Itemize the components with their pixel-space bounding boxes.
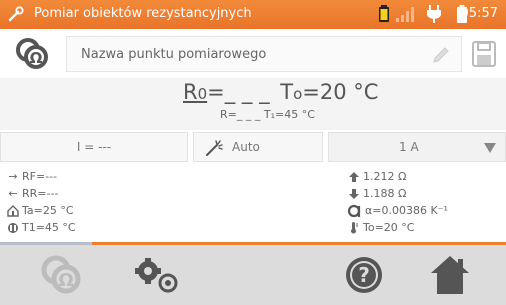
cable-up-icon (347, 170, 361, 183)
cable-down-icon (347, 187, 361, 200)
pencil-icon[interactable] (431, 45, 451, 65)
dropdown-arrow-icon (484, 143, 496, 153)
point-name-field[interactable]: Nazwa punktu pomiarowego (66, 36, 462, 72)
coil-temp-icon (6, 221, 20, 234)
measurement-point-row: Ω Nazwa punktu pomiarowego (0, 33, 506, 75)
bottom-nav: Ω ? (0, 245, 506, 305)
arrow-left-icon: ← (8, 187, 18, 200)
param-t1: T1=45 °C (6, 219, 76, 236)
battery-device-icon (379, 5, 389, 22)
current-range-select[interactable]: 1 A (328, 132, 506, 162)
plug-icon (427, 5, 441, 23)
svg-text:Ω: Ω (30, 49, 43, 67)
param-rr: ← RR=--- (6, 185, 76, 202)
auto-mode-button[interactable]: Auto (193, 132, 323, 162)
ohm-meter-icon: Ω (41, 255, 81, 294)
wrench-icon (8, 6, 24, 22)
to-value: =20 °C (302, 80, 379, 104)
svg-text:Ω: Ω (58, 270, 73, 291)
param-to: To=20 °C (347, 219, 448, 236)
params-right: 1.212 Ω 1.188 Ω α=0.00386 K⁻¹ To=20 °C (347, 168, 448, 236)
alpha-icon (347, 202, 363, 220)
auto-wand-icon (206, 140, 223, 156)
param-rf: → RF=--- (6, 168, 76, 185)
home-icon (431, 256, 469, 294)
main-result: R0=_ _ _ To=20 °C (183, 80, 378, 104)
signal-icon (396, 7, 414, 22)
param-r-forward: 1.212 Ω (347, 168, 448, 185)
help-icon: ? (346, 257, 382, 293)
param-ta: Ta=25 °C (6, 202, 76, 219)
current-range-value: 1 A (399, 140, 419, 154)
gears-icon (135, 258, 178, 293)
r0-value: =_ _ _ (207, 80, 270, 104)
arrow-right-icon: → (8, 170, 18, 183)
result-panel: R0=_ _ _ To=20 °C R=_ _ _ T₁=45 °C (0, 78, 506, 130)
measurement-button[interactable]: Ω (26, 245, 106, 305)
point-name-placeholder: Nazwa punktu pomiarowego (81, 47, 267, 62)
house-temp-icon (6, 204, 20, 217)
clock: 05:57 (460, 6, 498, 21)
settings-button[interactable] (118, 245, 198, 305)
current-display: I = --- (0, 132, 188, 162)
svg-text:?: ? (358, 263, 370, 287)
param-alpha: α=0.00386 K⁻¹ (347, 202, 448, 219)
status-bar: Pomiar obiektów rezystancyjnych 05:57 (0, 0, 506, 29)
to-label: To (280, 80, 303, 104)
help-button[interactable]: ? (330, 245, 410, 305)
parameters-panel: → RF=--- ← RR=--- Ta=25 °C T1=45 °C 1.21… (0, 164, 506, 242)
r0-label: R0 (183, 80, 208, 104)
ohm-icon[interactable]: Ω (14, 37, 54, 71)
secondary-result: R=_ _ _ T₁=45 °C (220, 108, 315, 121)
controls-row: I = --- Auto 1 A (0, 132, 506, 162)
auto-mode-label: Auto (232, 140, 260, 154)
params-left: → RF=--- ← RR=--- Ta=25 °C T1=45 °C (6, 168, 76, 236)
home-button[interactable] (418, 245, 498, 305)
param-r-reverse: 1.188 Ω (347, 185, 448, 202)
thermometer-icon (347, 221, 361, 234)
save-icon[interactable] (472, 41, 496, 67)
window-title: Pomiar obiektów rezystancyjnych (34, 6, 252, 21)
